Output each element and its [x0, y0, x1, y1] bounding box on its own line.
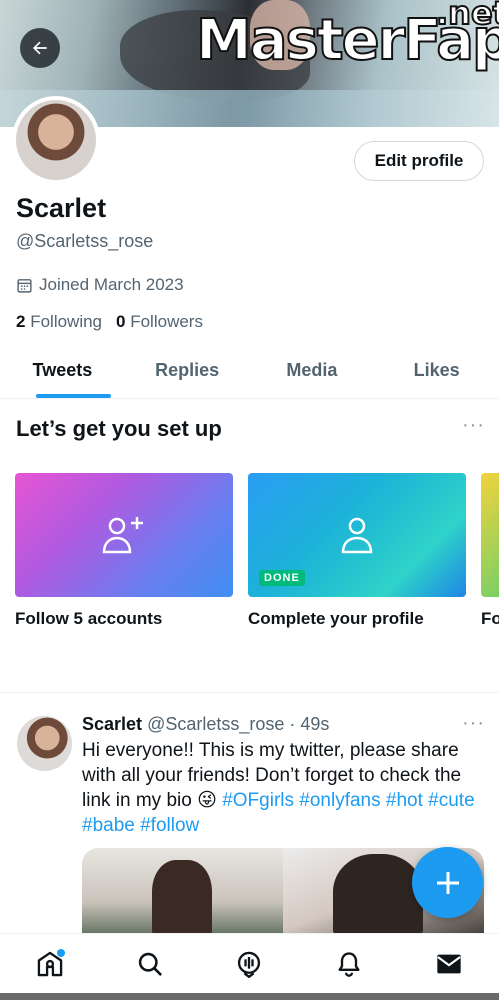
complete-profile-label: Complete your profile — [248, 609, 424, 628]
tweet-author-name[interactable]: Scarlet — [82, 714, 142, 734]
bottom-bar — [0, 993, 499, 1000]
tab-replies[interactable]: Replies — [125, 348, 250, 398]
setup-more-icon[interactable]: ··· — [462, 414, 485, 437]
add-user-icon — [102, 517, 143, 554]
tweet-avatar[interactable] — [17, 716, 72, 771]
nav-search[interactable] — [130, 944, 170, 984]
user-icon — [341, 517, 373, 554]
tab-media[interactable]: Media — [250, 348, 375, 398]
tweet-header: Scarlet @Scarletss_rose · 49s — [82, 714, 329, 735]
setup-card-partial-label: Fo — [481, 609, 499, 628]
following-label: Following — [30, 312, 103, 331]
edit-profile-button[interactable]: Edit profile — [354, 141, 484, 181]
tweet-more-icon[interactable]: ··· — [462, 712, 485, 735]
tweet-hashtags[interactable]: #OFgirls #onlyfans #hot — [222, 790, 423, 811]
emoji: 😜 — [197, 790, 217, 811]
following-link[interactable]: 2 Following — [16, 312, 102, 332]
spaces-icon — [238, 951, 261, 978]
profile-avatar[interactable] — [12, 96, 100, 184]
tweet-photo[interactable] — [82, 848, 283, 938]
mail-icon — [437, 954, 461, 973]
follow-stats: 2 Following 0 Followers — [16, 312, 203, 332]
following-count: 2 — [16, 312, 26, 331]
notification-dot — [56, 948, 65, 957]
tweet-text: Hi everyone!! This is my twitter, please… — [82, 738, 482, 838]
plus-icon — [436, 871, 459, 894]
nav-notifications[interactable] — [329, 944, 369, 984]
tab-likes[interactable]: Likes — [374, 348, 499, 398]
nav-home[interactable] — [30, 944, 70, 984]
watermark-suffix: .net — [435, 0, 499, 33]
profile-handle: @Scarletss_rose — [16, 231, 154, 251]
search-icon — [138, 952, 162, 976]
followers-label: Followers — [130, 312, 203, 331]
calendar-icon — [17, 278, 32, 293]
bottom-navigation — [0, 933, 499, 993]
tab-tweets[interactable]: Tweets — [0, 348, 125, 398]
done-badge: DONE — [259, 570, 305, 586]
nav-spaces[interactable] — [229, 944, 269, 984]
setup-title: Let’s get you set up — [16, 416, 222, 441]
compose-tweet-button[interactable] — [412, 847, 483, 918]
tweet-handle-time: @Scarletss_rose · 49s — [147, 714, 330, 734]
joined-text: Joined March 2023 — [39, 275, 184, 294]
follow-accounts-label: Follow 5 accounts — [15, 609, 163, 628]
follow-accounts-card[interactable] — [15, 473, 233, 597]
setup-card-partial[interactable] — [481, 473, 499, 597]
complete-profile-card[interactable]: DONE — [248, 473, 466, 597]
joined-date: Joined March 2023 — [16, 275, 184, 295]
watermark-logo: MasterFap .net — [195, 0, 499, 74]
followers-link[interactable]: 0 Followers — [116, 312, 203, 332]
nav-messages[interactable] — [429, 944, 469, 984]
arrow-left-icon — [33, 41, 47, 55]
back-button[interactable] — [20, 28, 60, 68]
section-divider — [0, 692, 499, 693]
profile-name: Scarlet — [16, 193, 107, 223]
profile-tabs: Tweets Replies Media Likes — [0, 348, 499, 399]
bell-icon — [338, 951, 360, 977]
followers-count: 0 — [116, 312, 126, 331]
